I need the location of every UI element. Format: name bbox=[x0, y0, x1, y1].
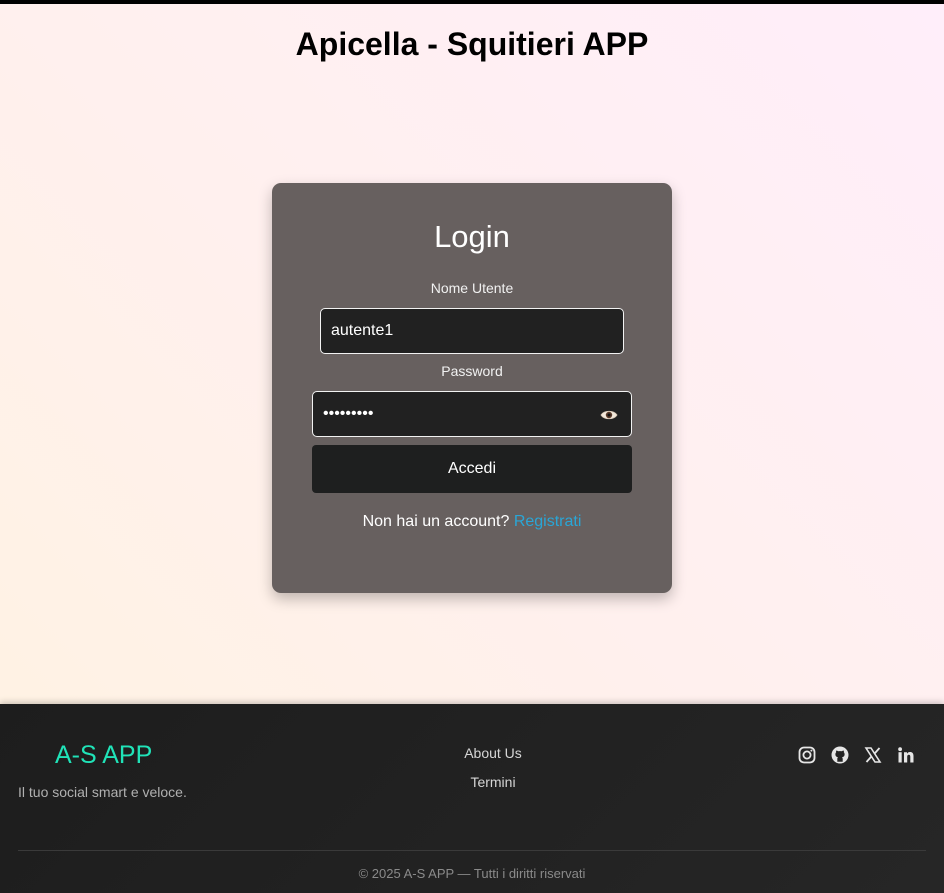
page-title: Apicella - Squitieri APP bbox=[295, 26, 649, 62]
eye-icon[interactable] bbox=[599, 405, 619, 425]
footer-tagline: Il tuo social smart e veloce. bbox=[18, 784, 187, 800]
signup-prompt: Non hai un account? bbox=[362, 513, 510, 530]
login-card: Login Nome Utente autente1 Password ••••… bbox=[272, 183, 672, 593]
github-icon[interactable] bbox=[830, 745, 850, 765]
terms-link[interactable]: Termini bbox=[433, 774, 553, 790]
password-input[interactable]: ••••••••• bbox=[312, 391, 632, 437]
about-us-link[interactable]: About Us bbox=[433, 745, 553, 761]
username-label: Nome Utente bbox=[430, 280, 514, 296]
footer-divider bbox=[18, 850, 926, 851]
signup-link[interactable]: Registrati bbox=[514, 513, 582, 530]
x-icon[interactable] bbox=[863, 745, 883, 765]
footer-brand: A-S APP bbox=[55, 741, 153, 769]
login-title: Login bbox=[434, 219, 510, 254]
copyright: © 2025 A-S APP — Tutti i diritti riserva… bbox=[358, 866, 586, 881]
top-border bbox=[0, 0, 944, 4]
signup-line: Non hai un account? Registrati bbox=[272, 513, 672, 531]
username-input[interactable]: autente1 bbox=[320, 308, 624, 354]
password-label: Password bbox=[441, 363, 503, 379]
login-button[interactable]: Accedi bbox=[312, 445, 632, 493]
username-value: autente1 bbox=[331, 322, 394, 339]
instagram-icon[interactable] bbox=[797, 745, 817, 765]
linkedin-icon[interactable] bbox=[896, 745, 916, 765]
password-value: ••••••••• bbox=[323, 405, 374, 422]
footer: A-S APP Il tuo social smart e veloce. Ab… bbox=[0, 704, 944, 893]
